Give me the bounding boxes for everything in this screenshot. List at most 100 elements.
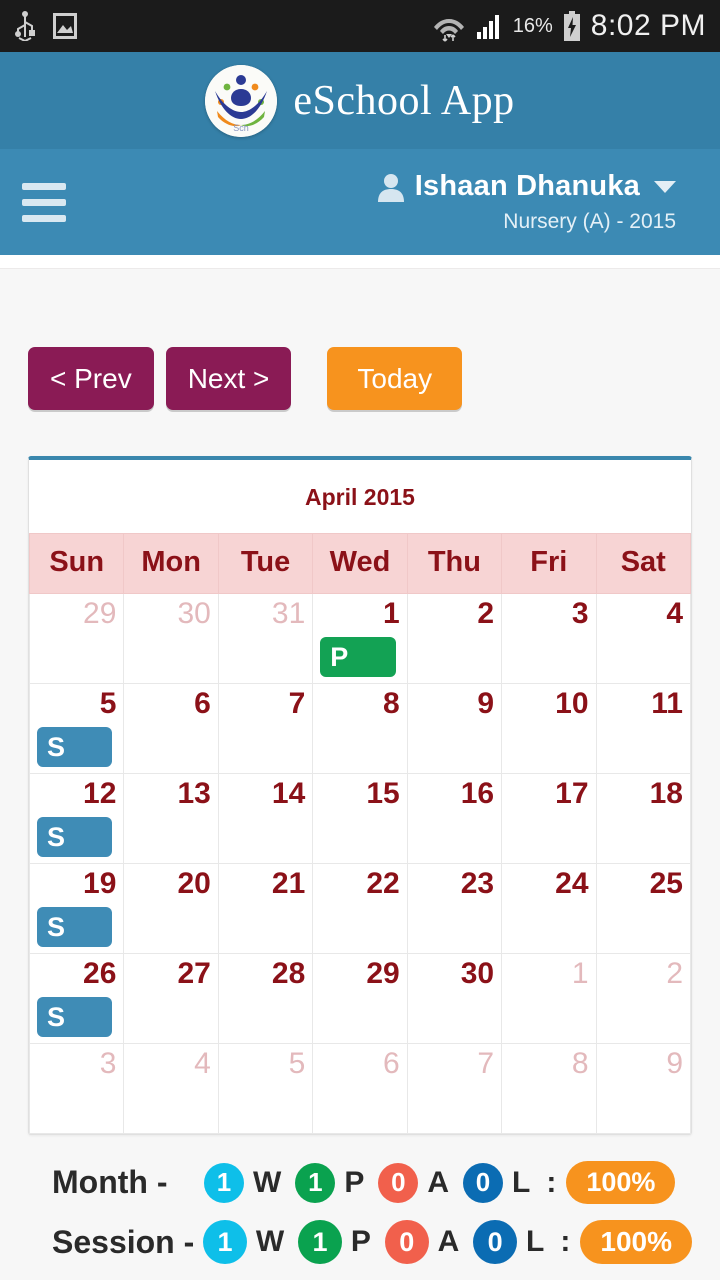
hamburger-line (22, 214, 66, 222)
calendar-day-cell[interactable]: 8 (501, 1043, 597, 1134)
person-icon (377, 172, 405, 202)
calendar-day-number: 16 (460, 777, 495, 810)
calendar-day-cell[interactable]: 4 (123, 1043, 219, 1134)
summary-percent-month: 100% (566, 1161, 676, 1204)
calendar-day-cell[interactable]: 16 (406, 773, 503, 864)
calendar-weekday-thu: Thu (406, 533, 503, 594)
calendar-day-number: 22 (366, 867, 400, 900)
calendar-day-cell[interactable]: 25 (595, 863, 692, 954)
summary-code-a: A (427, 1165, 450, 1199)
summary-label-month: Month - (52, 1164, 168, 1200)
calendar-day-cell[interactable]: 7 (217, 683, 314, 774)
calendar-grid: Sun Mon Tue Wed Thu Fri Sat 29 30 31 1 P 2 3 4 5 S 6 7 8 9 1… (28, 533, 692, 1134)
user-menu[interactable]: Ishaan Dhanuka Nursery (A) - 2015 (377, 170, 698, 234)
summary-count-l: 0 (473, 1220, 518, 1264)
calendar-day-cell[interactable]: 7 (406, 1043, 503, 1134)
usb-icon (14, 11, 36, 41)
user-name-label: Ishaan Dhanuka (414, 170, 640, 202)
calendar-day-cell[interactable]: 29 (312, 953, 408, 1044)
calendar-day-number: 10 (555, 687, 589, 720)
calendar-day-number: 5 (99, 687, 117, 720)
calendar-day-cell[interactable]: 2 (595, 953, 692, 1044)
calendar-day-cell[interactable]: 10 (501, 683, 597, 774)
calendar-day-number: 21 (271, 867, 306, 900)
attendance-badge-s[interactable]: S (37, 816, 113, 857)
calendar-day-cell[interactable]: 15 (312, 773, 408, 864)
calendar-month-title: April 2015 (305, 484, 415, 510)
calendar-day-cell[interactable]: 31 (217, 593, 314, 684)
calendar-day-cell[interactable]: 4 (595, 593, 692, 684)
calendar-day-cell[interactable]: 5 (217, 1043, 314, 1134)
calendar-day-cell[interactable]: 9 (406, 683, 503, 774)
calendar-day-cell[interactable]: 20 (123, 863, 219, 954)
prev-button[interactable]: < Prev (28, 347, 154, 410)
calendar-day-number: 15 (366, 777, 400, 810)
calendar-day-number: 29 (83, 597, 117, 630)
attendance-badge-s[interactable]: S (37, 906, 113, 947)
calendar-day-cell[interactable]: 27 (123, 953, 219, 1044)
calendar-day-cell[interactable]: 9 (595, 1043, 692, 1134)
calendar-day-cell[interactable]: 14 (217, 773, 314, 864)
status-bar-left-icons (14, 11, 78, 41)
calendar-day-cell[interactable]: 24 (501, 863, 597, 954)
clock-label: 8:02 PM (590, 9, 706, 42)
calendar-day-number: 4 (666, 597, 683, 630)
calendar-day-number: 30 (177, 597, 211, 630)
calendar-day-cell[interactable]: 6 (123, 683, 219, 774)
user-row[interactable]: Ishaan Dhanuka (377, 170, 676, 203)
calendar-day-number: 29 (366, 957, 400, 990)
calendar-day-cell[interactable]: 23 (406, 863, 503, 954)
calendar-day-cell[interactable]: 17 (501, 773, 597, 864)
calendar-day-number: 23 (460, 867, 495, 900)
calendar-day-cell[interactable]: 1 (501, 953, 597, 1044)
chevron-down-icon[interactable] (654, 180, 676, 193)
calendar-day-cell[interactable]: 3 (501, 593, 597, 684)
calendar-day-cell[interactable]: 2 (406, 593, 503, 684)
screenshot-icon (52, 12, 78, 40)
calendar-day-cell[interactable]: 28 (217, 953, 314, 1044)
calendar-day-number: 1 (383, 597, 400, 630)
calendar-day-cell[interactable]: 1P (312, 593, 408, 684)
calendar-day-cell[interactable]: 19 S (28, 863, 125, 954)
calendar-day-number: 8 (383, 687, 400, 720)
summary-code-p: P (350, 1225, 371, 1258)
calendar-day-cell[interactable]: 3 (28, 1043, 125, 1134)
calendar-day-number: 25 (649, 867, 683, 900)
attendance-badge-s[interactable]: S (37, 996, 113, 1037)
calendar-day-cell[interactable]: 22 (312, 863, 408, 954)
svg-text:Sch: Sch (234, 123, 250, 133)
calendar-weekday-tue: Tue (217, 533, 314, 594)
calendar-day-cell[interactable]: 8 (312, 683, 408, 774)
summary-code-l: L (526, 1225, 545, 1258)
calendar-day-number: 1 (571, 957, 589, 990)
hamburger-menu-icon[interactable] (22, 182, 66, 222)
today-button[interactable]: Today (327, 347, 463, 410)
attendance-badge-s[interactable]: S (37, 726, 113, 767)
battery-percent-label: 16% (512, 14, 553, 37)
calendar-day-number: 31 (271, 597, 306, 630)
next-button[interactable]: Next > (165, 347, 292, 410)
calendar-day-cell[interactable]: 18 (595, 773, 692, 864)
main-content: < Prev Next > Today April 2015 Sun Mon Tue… (0, 269, 720, 1264)
hamburger-line (22, 198, 66, 206)
hamburger-line (22, 182, 66, 190)
calendar-day-cell[interactable]: 11 (595, 683, 692, 774)
calendar-day-cell[interactable]: 21 (217, 863, 314, 954)
calendar-day-cell[interactable]: 5S (28, 683, 125, 774)
attendance-badge-p[interactable]: P (320, 636, 396, 677)
calendar-day-cell[interactable]: 30 (406, 953, 503, 1044)
calendar-day-cell[interactable]: 30 (123, 593, 219, 684)
calendar-day-number: 14 (271, 777, 306, 810)
calendar-day-cell[interactable]: 26 S (28, 953, 125, 1044)
calendar-day-number: 20 (177, 867, 211, 900)
calendar-day-cell[interactable]: 6 (312, 1043, 408, 1134)
calendar-day-number: 26 (83, 957, 117, 990)
calendar-panel: April 2015 Sun Mon Tue Wed Thu Fri Sat 29 30 31 1… (28, 456, 692, 1135)
calendar-day-cell[interactable]: 13 (123, 773, 219, 864)
calendar-day-number: 6 (383, 1047, 400, 1080)
calendar-week-row: 5 S 6 7 8 9 10 11 (28, 683, 692, 774)
calendar-day-number: 19 (83, 867, 117, 900)
calendar-day-number: 6 (194, 687, 211, 720)
calendar-day-cell[interactable]: 12 S (28, 773, 125, 864)
calendar-day-cell[interactable]: 29 (28, 593, 125, 684)
